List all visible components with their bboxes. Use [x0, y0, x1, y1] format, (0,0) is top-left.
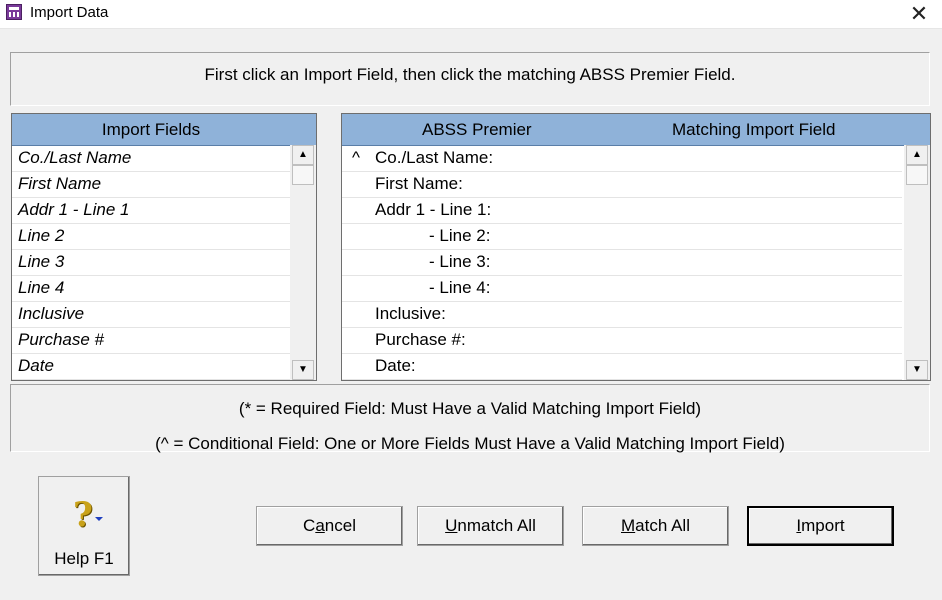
import-fields-header-label: Import Fields: [101, 120, 201, 139]
import-field-row[interactable]: Inclusive: [12, 302, 290, 328]
premier-fields-header: ABSS Premier Matching Import Field: [342, 114, 930, 146]
import-field-row[interactable]: Date: [12, 354, 290, 380]
field-requirement-mark: ^: [352, 148, 360, 167]
premier-field-row[interactable]: First Name:: [342, 172, 902, 198]
import-field-row[interactable]: Line 4: [12, 276, 290, 302]
premier-field-row[interactable]: - Line 2:: [342, 224, 902, 250]
import-field-row[interactable]: Line 3: [12, 250, 290, 276]
premier-field-label: - Line 4:: [429, 278, 491, 297]
help-button-label: Help F1: [54, 549, 114, 568]
match-all-label-post: atch All: [635, 516, 690, 535]
premier-field-row[interactable]: Addr 1 - Line 1:: [342, 198, 902, 224]
import-fields-scrollbar[interactable]: ▲ ▼: [290, 145, 316, 380]
premier-field-row[interactable]: - Line 3:: [342, 250, 902, 276]
import-field-row[interactable]: First Name: [12, 172, 290, 198]
matching-header-label: Matching Import Field: [672, 120, 836, 139]
import-fields-list[interactable]: Import Fields Co./Last Name First Name Add…: [11, 113, 317, 381]
premier-field-label: Purchase #:: [375, 330, 466, 349]
match-all-label-accel: M: [621, 516, 636, 535]
instruction-panel: First click an Import Field, then click …: [10, 52, 930, 106]
unmatch-all-label-accel: U: [445, 516, 458, 535]
scroll-down-arrow-icon[interactable]: ▼: [292, 360, 314, 380]
premier-field-row[interactable]: - Line 4:: [342, 276, 902, 302]
cancel-label-post: ncel: [324, 516, 356, 535]
close-icon: ✕: [909, 1, 929, 26]
help-button[interactable]: ? Help F1: [38, 476, 130, 576]
import-field-row[interactable]: Co./Last Name: [12, 146, 290, 172]
cancel-label-pre: C: [303, 516, 316, 535]
import-field-row[interactable]: Purchase #: [12, 328, 290, 354]
scrollbar-thumb[interactable]: [906, 165, 928, 185]
premier-field-label: - Line 3:: [429, 252, 491, 271]
import-field-row[interactable]: Addr 1 - Line 1: [12, 198, 290, 224]
premier-field-label: Addr 1 - Line 1:: [375, 200, 492, 219]
conditional-note: (^ = Conditional Field: One or More Fiel…: [155, 434, 785, 453]
premier-fields-scrollbar[interactable]: ▲ ▼: [904, 145, 930, 380]
premier-field-row[interactable]: Date:: [342, 354, 902, 380]
premier-field-row[interactable]: ^ Co./Last Name:: [342, 146, 902, 172]
match-all-button[interactable]: Match All: [582, 506, 729, 546]
premier-field-label: Co./Last Name:: [375, 148, 494, 167]
premier-field-label: Date:: [375, 356, 416, 375]
scroll-down-arrow-icon[interactable]: ▼: [906, 360, 928, 380]
import-button[interactable]: Import: [747, 506, 894, 546]
premier-field-label: First Name:: [375, 174, 463, 193]
title-bar: Import Data ✕: [0, 0, 942, 29]
unmatch-all-label-post: nmatch All: [457, 516, 536, 535]
app-icon: [6, 4, 22, 20]
notes-panel: (* = Required Field: Must Have a Valid M…: [10, 384, 930, 453]
scroll-up-arrow-icon[interactable]: ▲: [906, 145, 928, 165]
scrollbar-thumb[interactable]: [292, 165, 314, 185]
cancel-label-accel: a: [315, 516, 325, 535]
premier-field-row[interactable]: Inclusive:: [342, 302, 902, 328]
premier-fields-list[interactable]: ABSS Premier Matching Import Field ^ Co./…: [341, 113, 931, 381]
close-button[interactable]: ✕: [896, 0, 942, 28]
help-question-icon: ?: [73, 495, 93, 535]
premier-field-label: Inclusive:: [375, 304, 446, 323]
required-note: (* = Required Field: Must Have a Valid M…: [238, 399, 702, 418]
premier-field-row[interactable]: Purchase #:: [342, 328, 902, 354]
window-title: Import Data: [30, 4, 109, 21]
import-label-post: mport: [801, 516, 845, 535]
import-field-row[interactable]: Line 2: [12, 224, 290, 250]
premier-header-label: ABSS Premier: [422, 120, 532, 139]
instruction-text: First click an Import Field, then click …: [204, 65, 736, 84]
import-fields-header: Import Fields: [12, 114, 316, 146]
scroll-up-arrow-icon[interactable]: ▲: [292, 145, 314, 165]
help-dropdown-icon: [95, 517, 103, 521]
cancel-button[interactable]: Cancel: [256, 506, 403, 546]
premier-field-label: - Line 2:: [429, 226, 491, 245]
unmatch-all-button[interactable]: Unmatch All: [417, 506, 564, 546]
